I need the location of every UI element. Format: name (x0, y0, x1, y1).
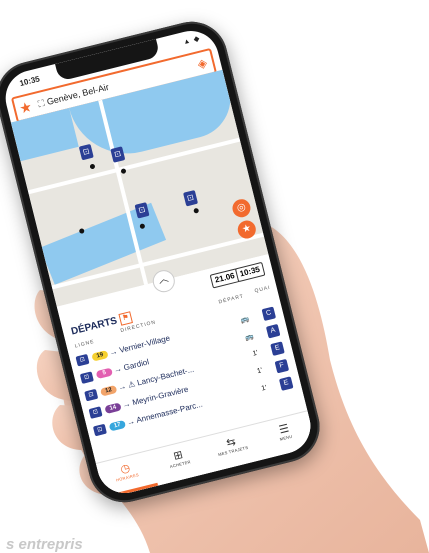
quai-badge: E (270, 341, 285, 356)
locate-me-icon[interactable]: ◎ (230, 197, 253, 220)
tab-menu[interactable]: ☰ MENU (255, 411, 317, 459)
directions-icon[interactable]: ◈ (190, 52, 214, 74)
tab-mes-trajets[interactable]: ⇆ MES TRAJETS (202, 424, 264, 472)
bus-stop-icon[interactable]: ⊡ (183, 189, 199, 207)
bus-icon: ⊡ (92, 423, 107, 437)
quai-badge: C (261, 306, 277, 322)
departure-time: 1' (256, 367, 264, 376)
line-badge: 12 (99, 384, 118, 397)
bus-depart-icon: 🚌 (240, 315, 251, 325)
bus-icon: ⊡ (79, 371, 94, 384)
col-depart: DÉPART (218, 293, 245, 306)
stop-dot (89, 163, 96, 170)
time-box[interactable]: 10:35 (234, 261, 266, 283)
line-badge: 14 (104, 402, 122, 415)
bus-depart-icon: 🚌 (244, 333, 255, 343)
col-quai: QUAI (254, 284, 272, 295)
col-line: LIGNE (74, 338, 96, 350)
stop-dot (193, 207, 200, 214)
line-badge: 17 (108, 419, 127, 432)
departures-title: DÉPARTS ⚑ (70, 311, 134, 338)
tab-horaires[interactable]: ◷ HORAIRES (96, 450, 158, 499)
stop-dot (120, 168, 127, 175)
line-badge: 5 (95, 367, 114, 380)
departure-time: 1' (260, 384, 268, 393)
departures-title-text: DÉPARTS (70, 315, 119, 338)
line-badge: 19 (91, 350, 109, 362)
quai-badge: E (278, 376, 294, 391)
status-time: 10:35 (18, 74, 41, 89)
bus-stop-icon[interactable]: ⊡ (78, 143, 94, 161)
quai-badge: A (265, 323, 281, 339)
caption-text: s entrepris (6, 536, 83, 553)
bus-icon: ⊡ (75, 353, 90, 367)
departure-time: 1' (252, 349, 259, 358)
bus-icon: ⊡ (88, 406, 103, 419)
bus-icon: ⊡ (84, 388, 99, 402)
quai-badge: F (274, 358, 290, 374)
departures-flag-icon[interactable]: ⚑ (118, 311, 134, 326)
tab-acheter[interactable]: ⊞ ACHETER (149, 438, 211, 486)
signal-icon: ▲ ◆ (182, 35, 202, 47)
